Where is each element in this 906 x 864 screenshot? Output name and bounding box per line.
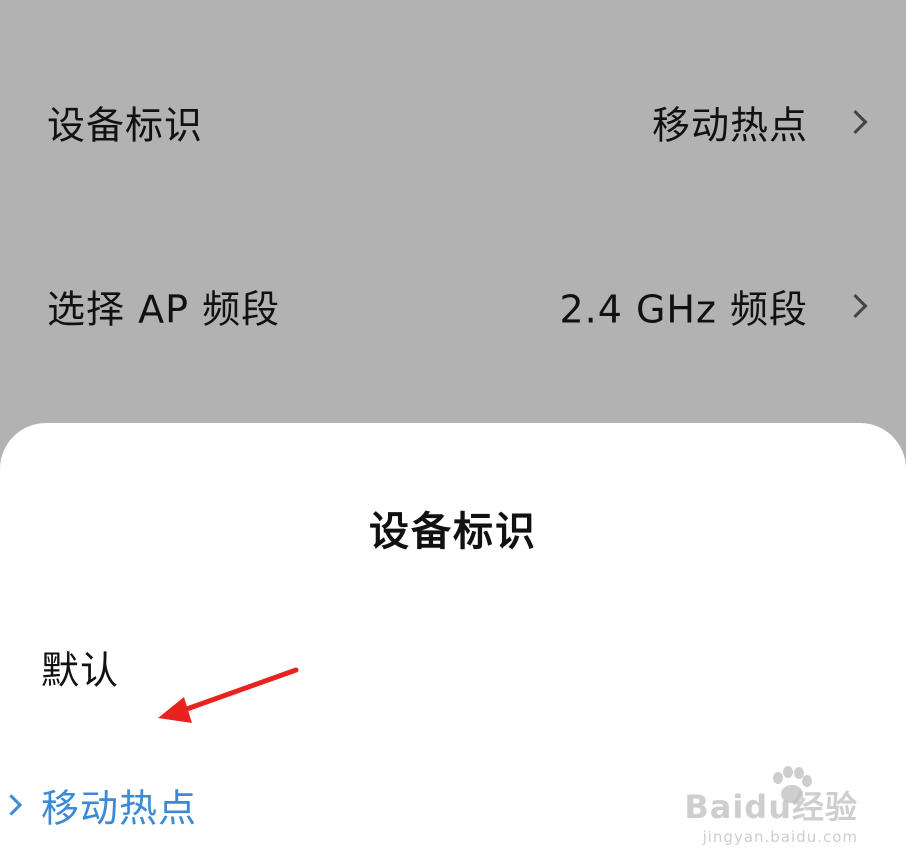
chevron-right-icon <box>843 293 868 319</box>
option-label: 移动热点 <box>41 786 198 831</box>
option-default[interactable]: 默认 <box>0 637 906 697</box>
sheet-title: 设备标识 <box>369 509 537 555</box>
setting-row-ap-band[interactable]: 选择 AP 频段 2.4 GHz 频段 <box>0 266 906 346</box>
selected-chevron-icon <box>0 794 23 816</box>
setting-label: 设备标识 <box>47 103 204 148</box>
chevron-right-icon <box>843 109 868 135</box>
setting-value: 2.4 GHz 频段 <box>559 287 808 332</box>
setting-label: 选择 AP 频段 <box>47 287 281 332</box>
settings-background: 设备标识 移动热点 选择 AP 频段 2.4 GHz 频段 <box>0 0 906 440</box>
setting-value: 移动热点 <box>651 103 808 148</box>
watermark-logo: Baidu经验 <box>684 788 858 826</box>
watermark: Baidu经验 jingyan.baidu.com <box>684 782 858 846</box>
option-label: 默认 <box>41 648 120 693</box>
setting-row-device-identifier[interactable]: 设备标识 移动热点 <box>0 82 906 162</box>
watermark-url: jingyan.baidu.com <box>702 828 858 846</box>
